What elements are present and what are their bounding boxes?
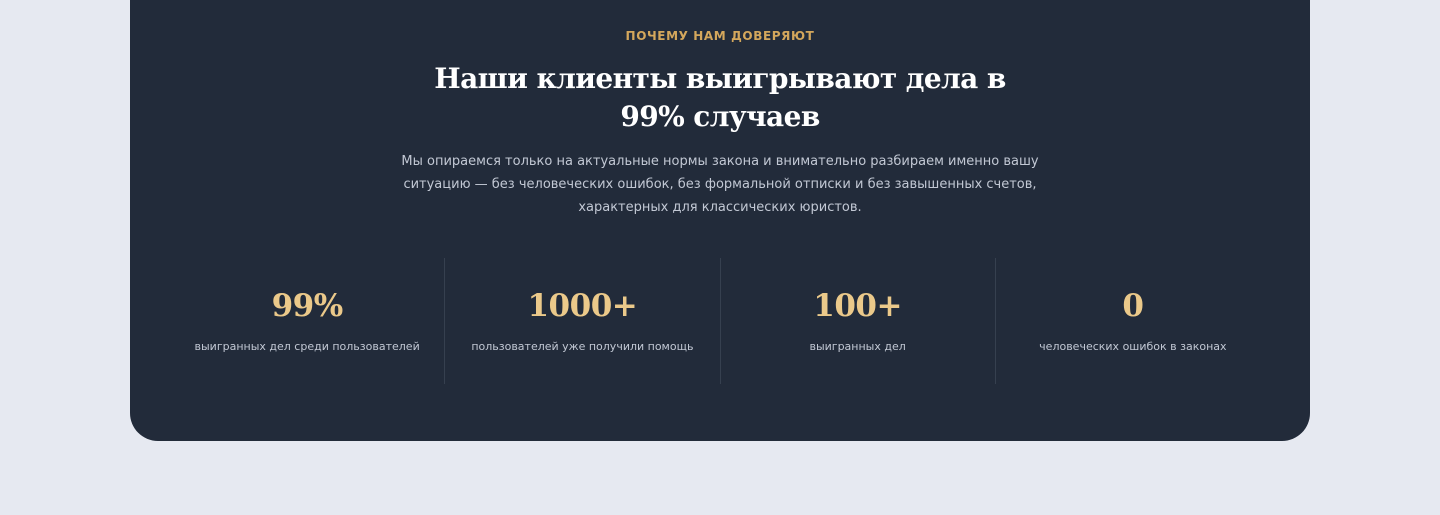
stat-value: 0 [1122,288,1144,324]
stat-item: 1000+ пользователей уже получили помощь [444,258,719,384]
stat-label: человеческих ошибок в законах [1039,340,1227,353]
section-title: Наши клиенты выигрывают дела в 99% случа… [434,62,1006,133]
stat-label: выигранных дел [809,340,906,353]
stat-item: 99% выигранных дел среди пользователей [170,258,444,384]
section-lead: Мы опираемся только на актуальные нормы … [401,154,1039,215]
stat-label: выигранных дел среди пользователей [194,340,420,353]
stat-item: 0 человеческих ошибок в законах [994,258,1270,384]
stat-label: пользователей уже получили помощь [471,340,694,353]
stat-value: 99% [271,288,344,324]
section-eyebrow: ПОЧЕМУ НАМ ДОВЕРЯЮТ [625,29,815,43]
stat-value: 100+ [813,288,902,324]
stats-row: 99% выигранных дел среди пользователей 1… [170,258,1270,384]
stat-item: 100+ выигранных дел [719,258,995,384]
trust-section: ПОЧЕМУ НАМ ДОВЕРЯЮТ Наши клиенты выигрыв… [130,0,1310,441]
stat-value: 1000+ [527,288,638,324]
